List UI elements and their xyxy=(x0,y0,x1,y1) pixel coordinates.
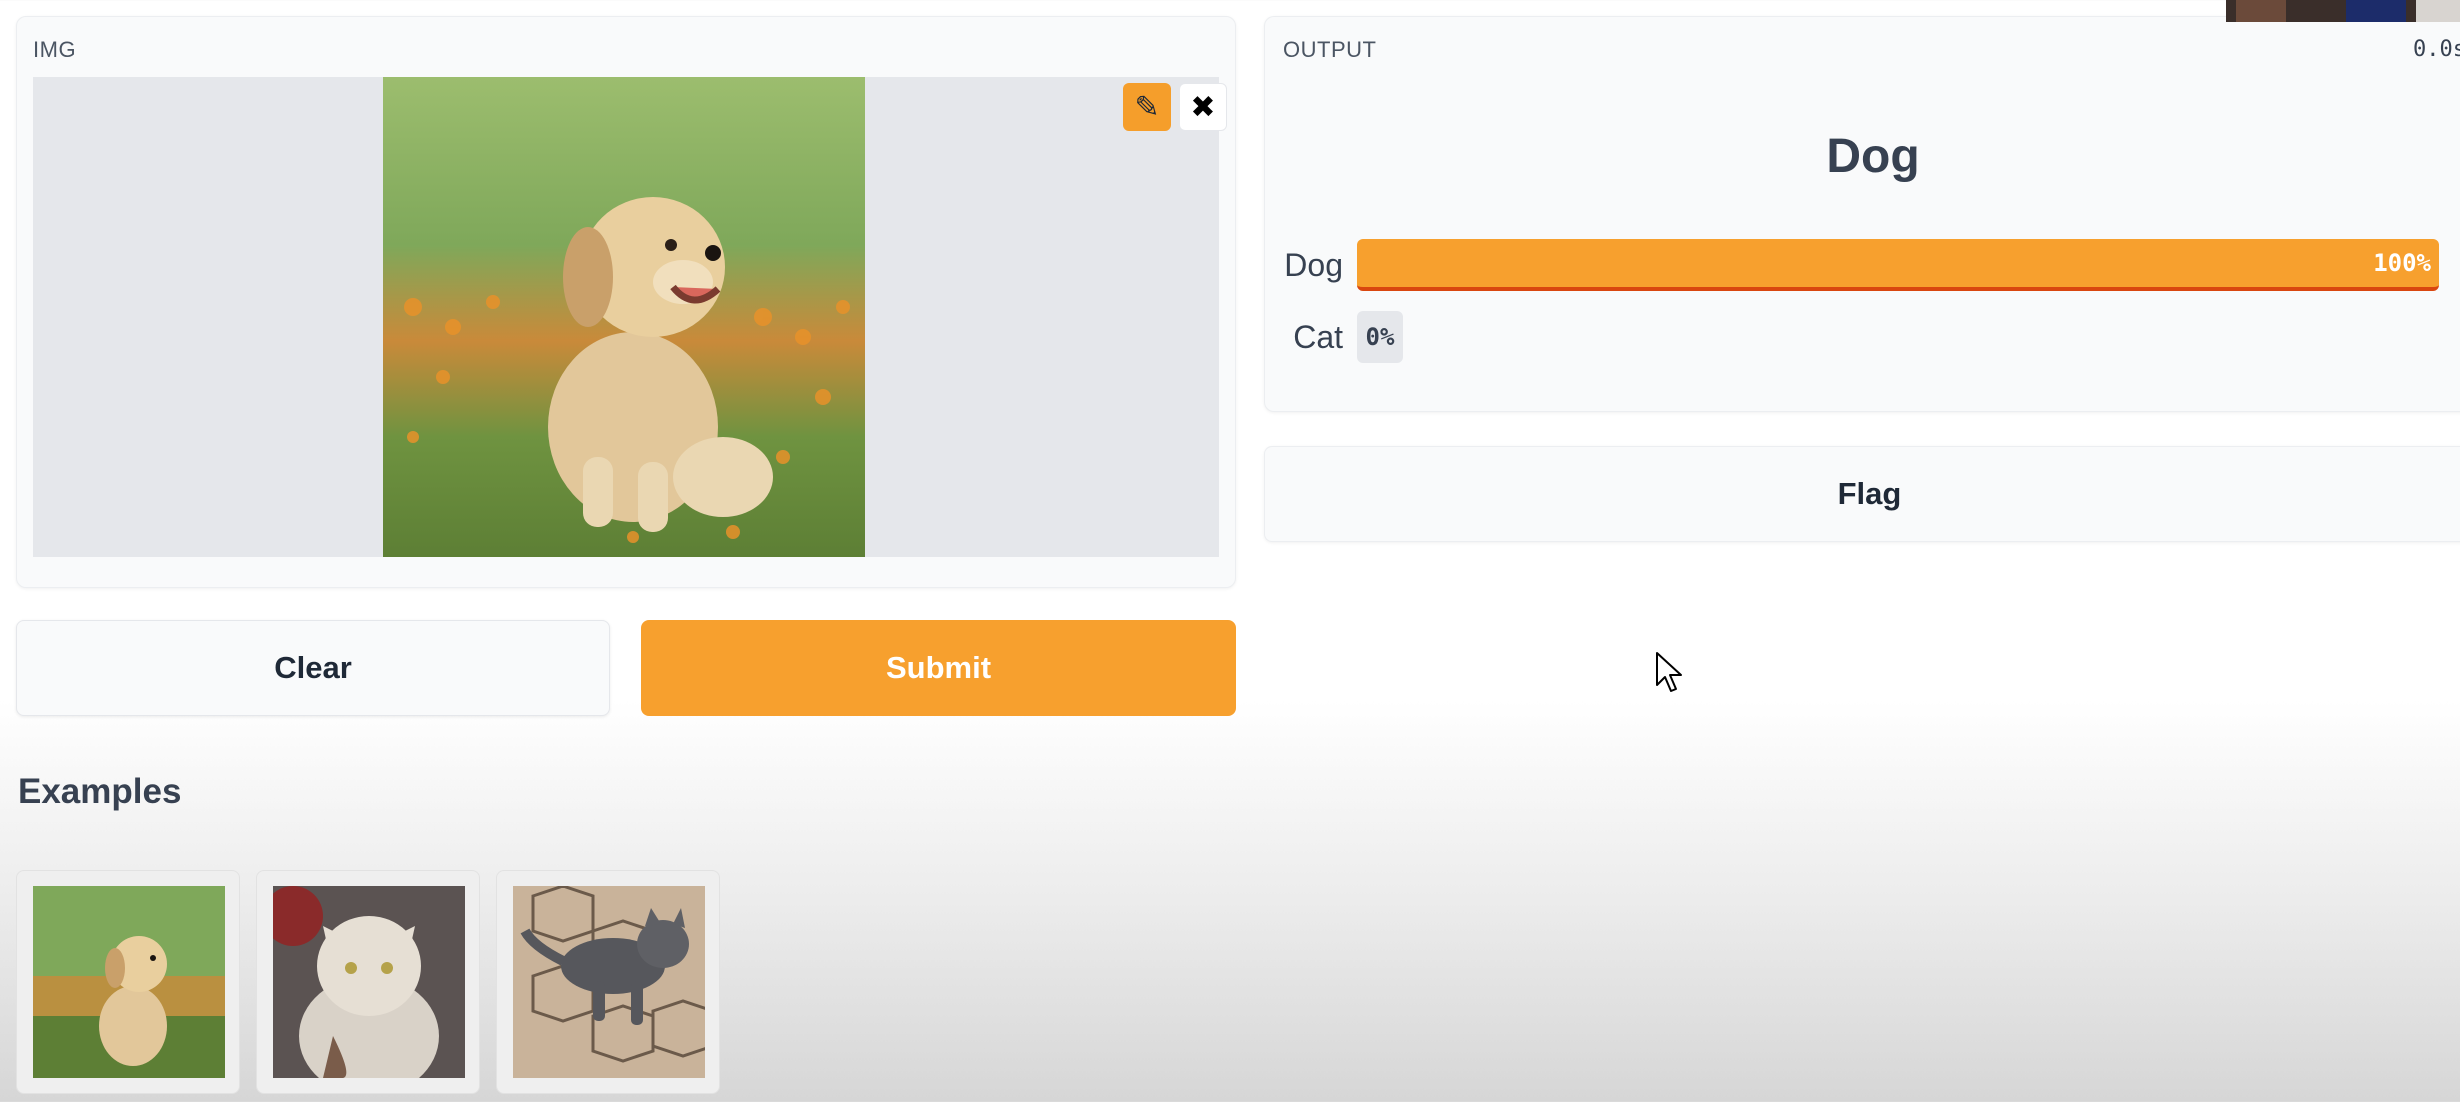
confidence-label: Cat xyxy=(1293,318,1343,355)
dog-photo xyxy=(383,77,865,557)
confidence-value: 0% xyxy=(1365,323,1395,351)
confidence-row-cat: Cat 0% xyxy=(1281,311,1403,363)
mouse-cursor-icon xyxy=(1655,651,1685,693)
webcam-overlay xyxy=(2226,0,2460,22)
confidence-bar: 0% xyxy=(1357,311,1403,363)
timer-text: 0.0s xyxy=(2413,37,2460,62)
flag-button[interactable]: Flag xyxy=(1264,446,2460,542)
clear-button[interactable]: Clear xyxy=(16,620,610,716)
image-input-panel: IMG ✎ ✖ xyxy=(16,16,1236,588)
cat-photo-icon xyxy=(273,886,465,1078)
output-label: OUTPUT xyxy=(1283,37,1377,62)
confidence-value: 100% xyxy=(2373,249,2431,277)
confidence-label: Dog xyxy=(1284,246,1343,283)
image-input-label: IMG xyxy=(33,37,77,62)
gray-cat-photo-icon xyxy=(513,886,705,1078)
edit-pencil-icon[interactable]: ✎ xyxy=(1123,83,1171,131)
confidence-row-dog: Dog 100% xyxy=(1281,239,2439,291)
dog-photo-icon xyxy=(33,886,225,1078)
image-preview[interactable]: ✎ ✖ xyxy=(33,77,1227,557)
example-item[interactable] xyxy=(256,870,480,1094)
example-item[interactable] xyxy=(496,870,720,1094)
output-panel: OUTPUT 0.0s Dog Dog 100% Cat 0% xyxy=(1264,16,2460,412)
submit-button[interactable]: Submit xyxy=(641,620,1236,716)
close-icon[interactable]: ✖ xyxy=(1179,83,1227,131)
examples-heading: Examples xyxy=(18,772,182,811)
example-item[interactable] xyxy=(16,870,240,1094)
confidence-bar: 100% xyxy=(1357,239,2439,291)
predicted-label: Dog xyxy=(1826,130,1920,183)
